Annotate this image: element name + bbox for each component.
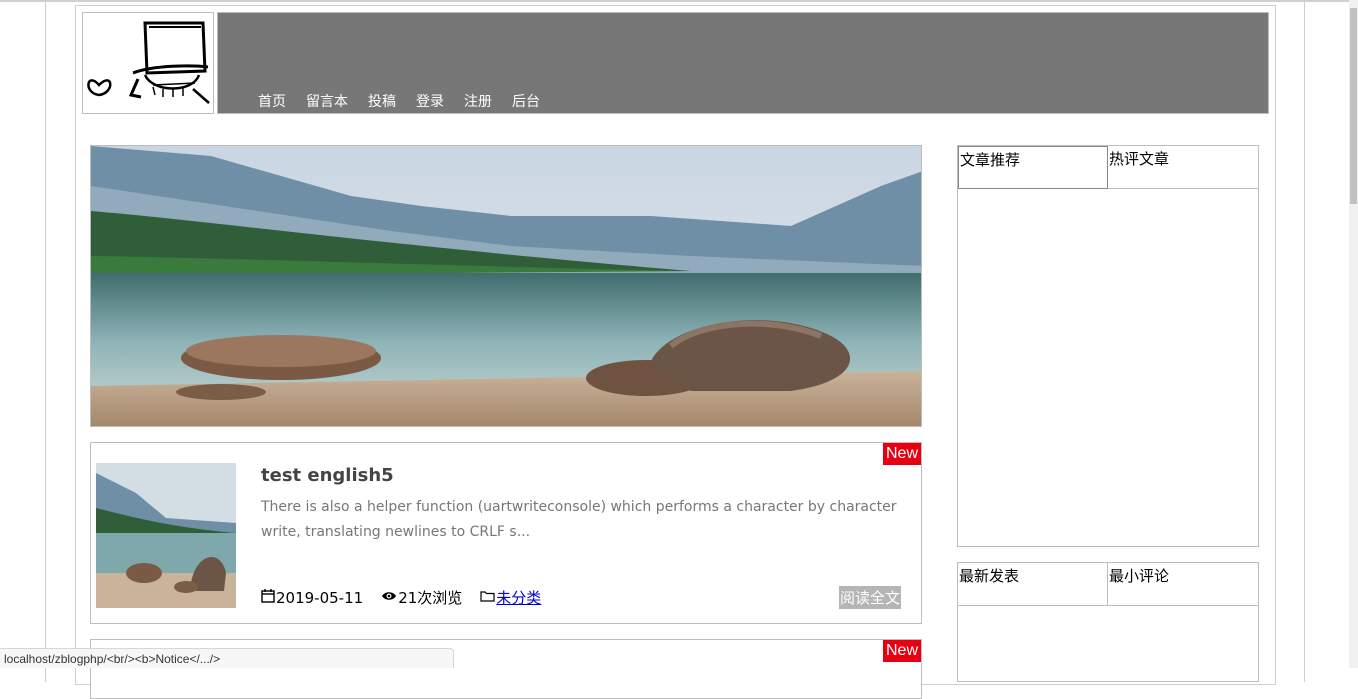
post-date: 2019-05-11 [261, 588, 364, 607]
post-card: New test english5 There is also a helper… [90, 442, 922, 624]
site-logo[interactable] [82, 12, 214, 114]
sidebar-widget-articles: 文章推荐 热评文章 [957, 145, 1259, 547]
post-excerpt: There is also a helper function (uartwri… [261, 499, 897, 540]
main-nav: 首页 留言本 投稿 登录 注册 后台 [258, 91, 540, 111]
calendar-icon [261, 588, 275, 607]
nav-submit[interactable]: 投稿 [368, 91, 396, 111]
widget-tabs: 最新发表 最小评论 [958, 563, 1258, 606]
widget-tabs: 文章推荐 热评文章 [958, 146, 1258, 189]
post-date-text: 2019-05-11 [276, 588, 364, 607]
tab-recommended[interactable]: 文章推荐 [958, 146, 1108, 189]
page-scrollbar[interactable] [1349, 0, 1358, 668]
banner-image[interactable] [90, 145, 922, 427]
tab-latest-posts[interactable]: 最新发表 [958, 563, 1108, 606]
site-header: 首页 留言本 投稿 登录 注册 后台 [217, 12, 1269, 114]
post-meta: 2019-05-11 21次浏览 未分类 [261, 587, 559, 608]
post-thumbnail[interactable] [96, 463, 236, 608]
new-badge: New [882, 443, 921, 465]
nav-home[interactable]: 首页 [258, 91, 286, 111]
nav-guestbook[interactable]: 留言本 [306, 91, 348, 111]
post-title[interactable]: test english5 [261, 465, 394, 486]
scrollbar-thumb[interactable] [1350, 8, 1357, 204]
sidebar-widget-latest: 最新发表 最小评论 [957, 562, 1259, 682]
new-badge: New [882, 640, 921, 662]
read-more-button[interactable]: 阅读全文 [838, 586, 901, 609]
logo-drawing [87, 21, 210, 104]
nav-login[interactable]: 登录 [416, 91, 444, 111]
post-views: 21次浏览 [381, 587, 462, 608]
eye-icon [381, 590, 397, 606]
nav-admin[interactable]: 后台 [512, 91, 540, 111]
post-category: 未分类 [480, 587, 541, 608]
browser-status-bar: localhost/zblogphp/<br/><b>Notice</.../> [0, 648, 454, 668]
tab-latest-comments[interactable]: 最小评论 [1108, 563, 1258, 606]
post-category-link[interactable]: 未分类 [496, 587, 541, 608]
tab-hot-comments[interactable]: 热评文章 [1108, 146, 1258, 189]
folder-icon [480, 590, 495, 606]
post-views-text: 21次浏览 [398, 589, 463, 607]
nav-register[interactable]: 注册 [464, 91, 492, 111]
